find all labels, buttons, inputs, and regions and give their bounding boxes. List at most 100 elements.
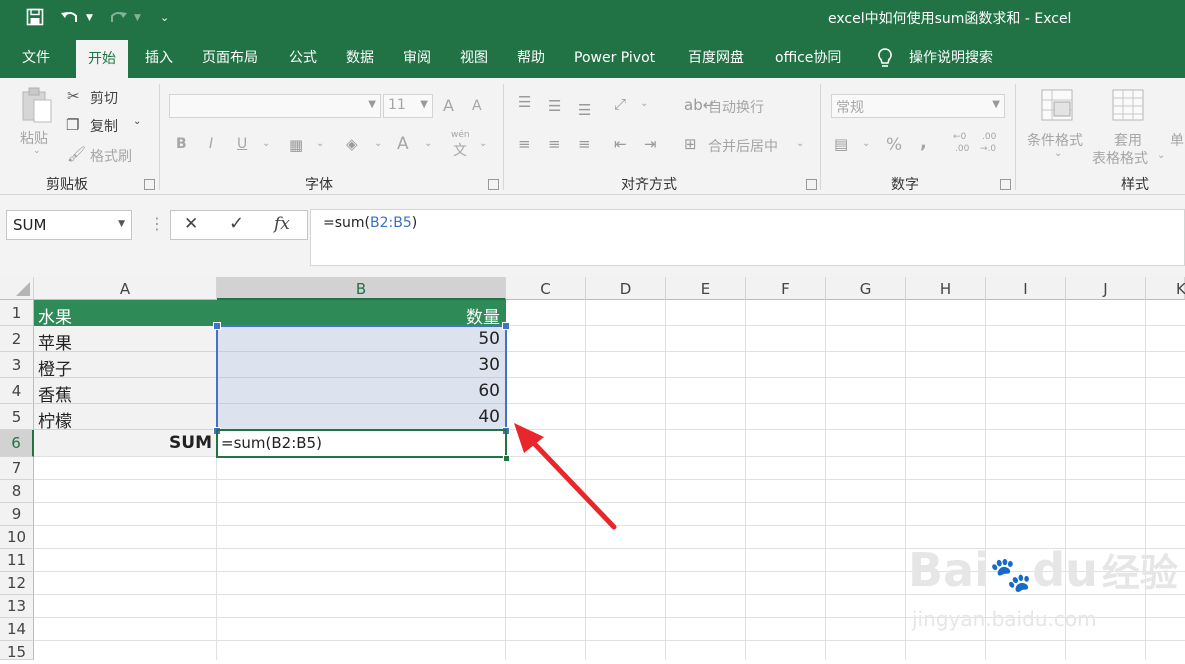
grow-font-icon[interactable]: A	[443, 96, 454, 115]
row-header-10[interactable]: 10	[0, 526, 34, 549]
font-color-button[interactable]: A	[397, 134, 409, 154]
format-as-table-label-1[interactable]: 套用	[1114, 130, 1142, 150]
cell-b1[interactable]: 数量	[217, 300, 506, 328]
tab-formulas[interactable]: 公式	[289, 38, 317, 78]
row-header-12[interactable]: 12	[0, 572, 34, 595]
tab-power-pivot[interactable]: Power Pivot	[574, 38, 655, 78]
paste-dropdown-icon[interactable]: ⌄	[33, 146, 41, 156]
decrease-indent-icon[interactable]: ⇤	[614, 134, 627, 154]
tab-file[interactable]: 文件	[22, 38, 50, 78]
row-header-13[interactable]: 13	[0, 595, 34, 618]
paste-label[interactable]: 粘贴	[20, 128, 48, 148]
column-header-c[interactable]: C	[506, 277, 586, 300]
clipboard-launcher-icon[interactable]	[144, 179, 155, 190]
insert-function-icon[interactable]: fx	[274, 214, 290, 234]
tab-page-layout[interactable]: 页面布局	[202, 38, 258, 78]
row-header-14[interactable]: 14	[0, 618, 34, 641]
column-header-h[interactable]: H	[906, 277, 986, 300]
orientation-icon[interactable]: ⤢	[614, 94, 626, 114]
shrink-font-icon[interactable]: A	[472, 98, 482, 114]
cell-styles-button[interactable]: 单	[1170, 130, 1184, 150]
redo-icon[interactable]	[108, 8, 128, 31]
row-header-11[interactable]: 11	[0, 549, 34, 572]
save-icon[interactable]	[26, 8, 44, 31]
conditional-format-icon[interactable]	[1040, 88, 1074, 127]
tab-help[interactable]: 帮助	[517, 38, 545, 78]
formula-input[interactable]: =sum(B2:B5)	[310, 209, 1185, 266]
align-middle-icon[interactable]: ☰	[548, 96, 561, 116]
column-header-i[interactable]: I	[986, 277, 1066, 300]
name-box-dropdown-icon[interactable]: ▼	[118, 219, 125, 229]
format-as-table-button[interactable]: 表格格式	[1092, 148, 1148, 168]
tab-home[interactable]: 开始	[76, 40, 128, 78]
font-launcher-icon[interactable]	[488, 179, 499, 190]
cell-a3[interactable]: 橙子	[34, 352, 217, 380]
number-format-dropdown[interactable]: 常规 ▼	[831, 94, 1005, 118]
align-left-icon[interactable]: ≡	[518, 134, 531, 154]
accounting-dropdown-icon[interactable]: ⌄	[862, 138, 870, 149]
align-right-icon[interactable]: ≡	[578, 134, 591, 154]
row-header-4[interactable]: 4	[0, 378, 34, 404]
cell-a4[interactable]: 香蕉	[34, 378, 217, 406]
merge-dropdown-icon[interactable]: ⌄	[796, 138, 804, 149]
format-painter-button[interactable]: 格式刷	[90, 146, 132, 166]
font-name-dropdown[interactable]: ▼	[169, 94, 381, 118]
tab-office-collab[interactable]: office协同	[775, 38, 841, 78]
format-as-table-icon[interactable]	[1111, 88, 1147, 127]
border-dropdown-icon[interactable]: ⌄	[316, 138, 324, 149]
comma-button[interactable]: ,	[920, 132, 927, 153]
column-header-d[interactable]: D	[586, 277, 666, 300]
customize-qat-icon[interactable]: ⌄	[160, 8, 169, 28]
row-header-6[interactable]: 6	[0, 430, 34, 457]
column-header-j[interactable]: J	[1066, 277, 1146, 300]
orientation-dropdown-icon[interactable]: ⌄	[640, 98, 648, 109]
redo-dropdown-icon[interactable]: ▼	[134, 8, 141, 28]
phonetic-button[interactable]: 文	[453, 140, 467, 160]
row-header-15[interactable]: 15	[0, 641, 34, 661]
cancel-icon[interactable]: ✕	[184, 214, 198, 234]
font-size-dropdown[interactable]: 11 ▼	[383, 94, 433, 118]
bold-button[interactable]: B	[176, 136, 187, 152]
border-icon[interactable]: ▦	[289, 135, 303, 155]
range-handle[interactable]	[213, 322, 221, 330]
row-header-3[interactable]: 3	[0, 352, 34, 378]
align-top-icon[interactable]: ☰	[518, 92, 531, 112]
fill-dropdown-icon[interactable]: ⌄	[374, 138, 382, 149]
align-center-icon[interactable]: ≡	[548, 134, 561, 154]
phonetic-dropdown-icon[interactable]: ⌄	[479, 138, 487, 149]
align-bottom-icon[interactable]: ☰	[578, 100, 591, 120]
paste-icon[interactable]	[20, 86, 54, 129]
fill-color-icon[interactable]: ◈	[346, 134, 358, 154]
tab-review[interactable]: 审阅	[403, 38, 431, 78]
row-header-9[interactable]: 9	[0, 503, 34, 526]
column-header-b[interactable]: B	[217, 277, 506, 300]
name-box[interactable]: SUM ▼	[6, 210, 132, 240]
tab-baidu-netdisk[interactable]: 百度网盘	[688, 38, 744, 78]
format-table-dropdown-icon[interactable]: ⌄	[1157, 150, 1165, 161]
cell-a2[interactable]: 苹果	[34, 326, 217, 354]
increase-indent-icon[interactable]: ⇥	[644, 134, 657, 154]
number-launcher-icon[interactable]	[1000, 179, 1011, 190]
copy-dropdown-icon[interactable]: ⌄	[133, 116, 141, 127]
range-handle[interactable]	[502, 322, 510, 330]
row-header-7[interactable]: 7	[0, 457, 34, 480]
lightbulb-icon[interactable]	[876, 38, 894, 78]
cell-a5[interactable]: 柠檬	[34, 404, 217, 432]
row-header-2[interactable]: 2	[0, 326, 34, 352]
select-all-corner[interactable]	[0, 277, 34, 300]
conditional-dropdown-icon[interactable]: ⌄	[1054, 148, 1062, 159]
tab-view[interactable]: 视图	[460, 38, 488, 78]
increase-decimal-button[interactable]: .00	[955, 144, 969, 154]
tab-insert[interactable]: 插入	[145, 38, 173, 78]
decrease-decimal-button[interactable]: →.0	[980, 144, 996, 154]
enter-icon[interactable]: ✓	[229, 213, 244, 234]
row-header-8[interactable]: 8	[0, 480, 34, 503]
formula-bar-grip-icon[interactable]: ⋮	[149, 214, 165, 233]
undo-dropdown-icon[interactable]: ▼	[86, 8, 93, 28]
cell-a6[interactable]: SUM	[34, 430, 217, 457]
worksheet-grid[interactable]: A B C D E F G H I J K 1 2 3 4 5 6 7 8 9 …	[0, 277, 1185, 661]
percent-button[interactable]: %	[886, 135, 902, 155]
copy-button[interactable]: 复制	[90, 116, 118, 136]
undo-icon[interactable]	[60, 8, 80, 31]
column-header-k[interactable]: K	[1146, 277, 1185, 300]
